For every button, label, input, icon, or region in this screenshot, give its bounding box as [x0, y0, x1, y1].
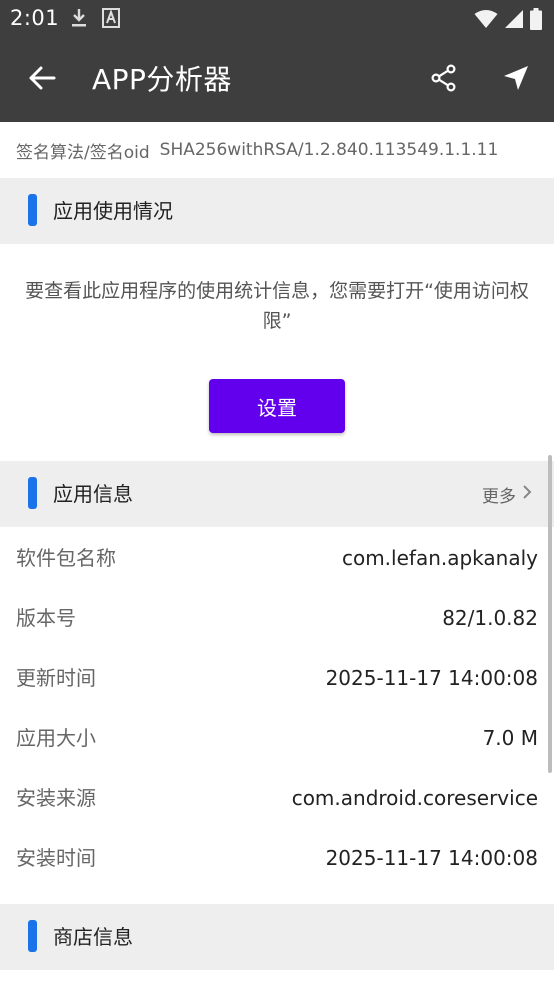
info-value: 2025-11-17 14:00:08 [325, 666, 538, 690]
usage-section-title: 应用使用情况 [53, 199, 173, 223]
settings-button[interactable]: 设置 [209, 379, 345, 433]
app-bar: APP分析器 [0, 38, 554, 122]
info-row-install-source: 安装来源 com.android.coreservice [0, 768, 554, 828]
signature-label: 签名算法/签名oid [16, 142, 150, 163]
app-info-section-header: 应用信息 更多 [0, 461, 554, 527]
battery-icon [530, 8, 542, 34]
info-row-app-size: 应用大小 7.0 M [0, 708, 554, 768]
font-icon [102, 8, 120, 32]
info-row-version: 版本号 82/1.0.82 [0, 588, 554, 648]
section-accent-bar [28, 920, 37, 952]
wifi-icon [474, 9, 498, 33]
info-label: 软件包名称 [16, 546, 116, 570]
page-title: APP分析器 [92, 63, 232, 96]
status-time: 2:01 [10, 6, 60, 30]
back-arrow-icon [28, 64, 56, 96]
download-icon [70, 8, 88, 32]
usage-permission-message: 要查看此应用程序的使用统计信息，您需要打开“使用访问权限” [25, 280, 529, 332]
signature-value: SHA256withRSA/1.2.840.113549.1.1.11 [159, 140, 499, 160]
store-section-header: 商店信息 [0, 904, 554, 970]
info-label: 安装来源 [16, 786, 96, 810]
info-label: 更新时间 [16, 666, 96, 690]
info-row-package-name: 软件包名称 com.lefan.apkanaly [0, 528, 554, 588]
store-section-title: 商店信息 [53, 925, 133, 949]
info-value: 2025-11-17 14:00:08 [325, 846, 538, 870]
signature-row: 签名算法/签名oid SHA256withRSA/1.2.840.113549.… [0, 122, 554, 178]
chevron-right-icon [522, 484, 532, 505]
info-value: com.lefan.apkanaly [341, 546, 538, 570]
section-accent-bar [28, 194, 37, 226]
content-scroll-area[interactable]: 签名算法/签名oid SHA256withRSA/1.2.840.113549.… [0, 122, 554, 984]
send-button[interactable] [496, 60, 536, 100]
info-label: 版本号 [16, 606, 76, 630]
scrollbar[interactable] [548, 455, 552, 773]
share-button[interactable] [424, 60, 464, 100]
send-icon [502, 64, 530, 96]
info-row-update-time: 更新时间 2025-11-17 14:00:08 [0, 648, 554, 708]
info-value: com.android.coreservice [291, 786, 538, 810]
section-accent-bar [28, 477, 37, 509]
usage-section-header: 应用使用情况 [0, 178, 554, 244]
signal-icon [504, 9, 524, 33]
share-icon [430, 64, 458, 96]
info-value: 82/1.0.82 [442, 606, 538, 630]
info-value: 7.0 M [482, 726, 538, 750]
more-link[interactable]: 更多 [482, 461, 532, 527]
info-row-install-time: 安装时间 2025-11-17 14:00:08 [0, 828, 554, 888]
info-label: 应用大小 [16, 726, 96, 750]
status-notification-icons [70, 8, 120, 32]
info-label: 安装时间 [16, 846, 96, 870]
status-bar: 2:01 [0, 0, 554, 38]
app-info-section-title: 应用信息 [53, 482, 133, 506]
status-system-icons [474, 8, 542, 34]
more-label: 更多 [482, 486, 516, 507]
back-button[interactable] [22, 60, 62, 100]
